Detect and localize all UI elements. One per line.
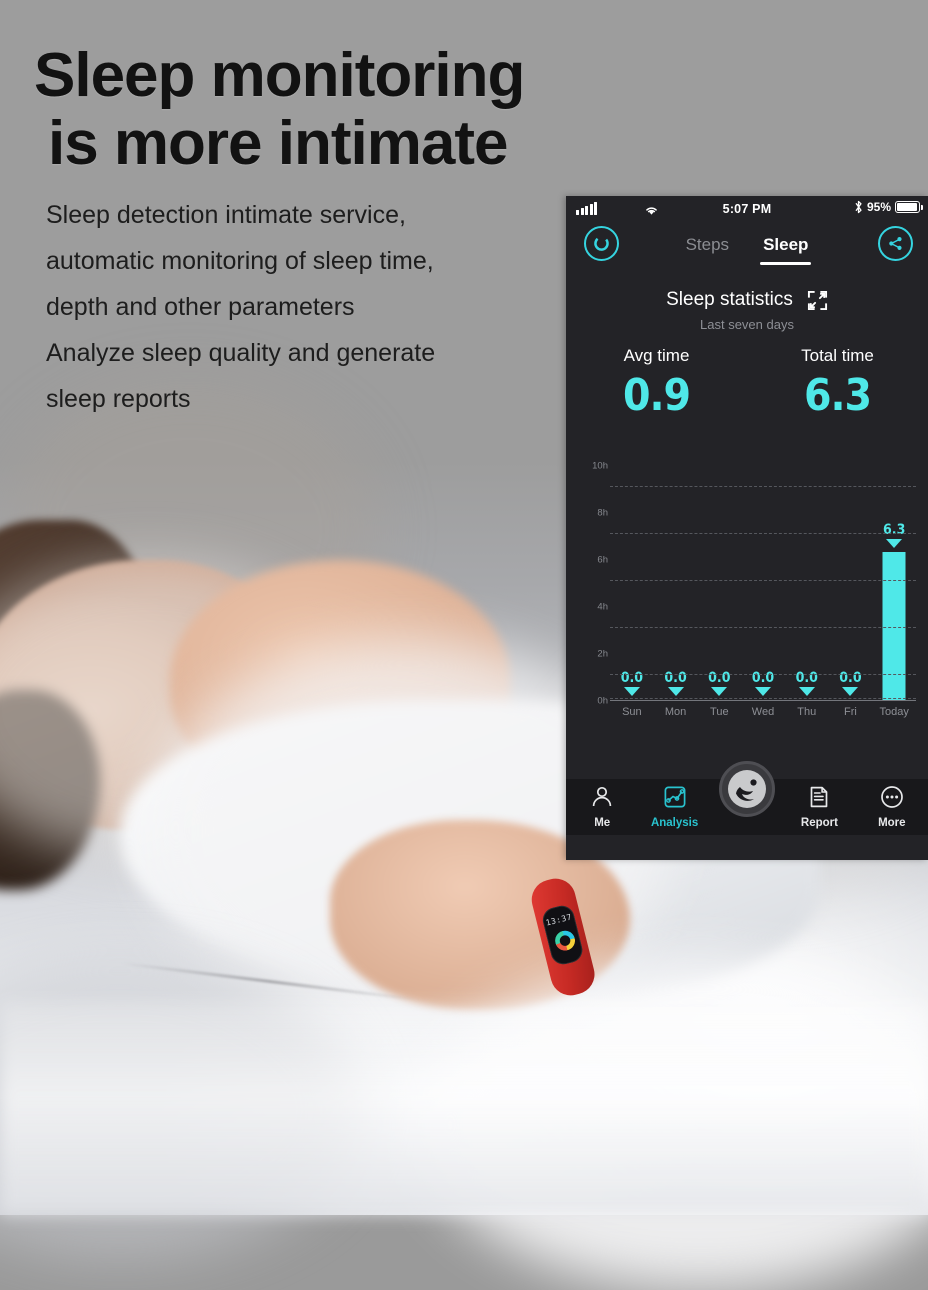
- status-bar: 5:07 PM 95%: [566, 196, 928, 222]
- metric-total-time: Total time 6.3: [747, 346, 928, 421]
- chart-x-tick: Wed: [751, 706, 775, 718]
- battery-percent-label: 95%: [866, 200, 891, 214]
- chart-y-tick: 8h: [597, 507, 608, 519]
- promo-body-text: Sleep detection intimate service, automa…: [46, 201, 436, 413]
- status-bar-right-group: 95%: [854, 200, 923, 214]
- chart-gridline: [610, 486, 916, 488]
- metric-total-time-label: Total time: [801, 346, 874, 365]
- phone-screenshot: 5:07 PM 95% Steps Sleep Sleep statistics…: [566, 196, 928, 860]
- document-report-icon: [807, 785, 831, 814]
- chart-y-tick: 4h: [597, 601, 608, 613]
- chart-marker-triangle-icon: [886, 539, 903, 549]
- promo-headline-line1: Sleep monitoring: [34, 41, 525, 110]
- chart-bar-cell[interactable]: 0.0: [829, 443, 873, 700]
- tab-analysis-label: Analysis: [650, 817, 699, 829]
- chart-bar-cell[interactable]: 6.3: [872, 443, 916, 700]
- metric-total-time-value: 6.3: [803, 370, 872, 421]
- chart-x-tick: Tue: [710, 706, 729, 718]
- chart-x-tick: Sun: [622, 706, 642, 718]
- chart-plot-area: 0.0 0.0 0.0 0.0 0.0 0.0 6.3: [610, 443, 916, 701]
- chart-x-tick: Today: [879, 706, 909, 718]
- sleep-statistics-panel: Sleep statistics Last seven days Avg tim…: [566, 271, 928, 835]
- chart-gridline: [610, 627, 916, 629]
- tab-report-label: Report: [800, 817, 838, 829]
- chart-gridline: [610, 533, 916, 535]
- chart-marker-triangle-icon: [755, 687, 772, 696]
- running-person-logo-icon[interactable]: [719, 761, 775, 817]
- chart-gridline: [610, 697, 916, 699]
- chart-bar: [882, 552, 906, 700]
- sleep-bar-chart: 0h 2h 4h 6h 8h 10h 0.0 0.0 0.0 0.0 0.0 0.0 6.3 Sun M…: [574, 443, 916, 733]
- band-time-display: 13:37: [544, 912, 573, 928]
- bluetooth-icon: [855, 200, 862, 214]
- tab-report[interactable]: Report: [783, 785, 855, 829]
- chart-marker-triangle-icon: [667, 687, 684, 696]
- chart-x-tick: Thu: [797, 706, 817, 718]
- tab-steps[interactable]: Steps: [686, 235, 729, 259]
- ellipsis-more-icon: [880, 785, 904, 814]
- metrics-row: Avg time 0.9 Total time 6.3: [566, 346, 928, 421]
- app-header-bar: Steps Sleep: [566, 222, 928, 271]
- statistics-title-row: Sleep statistics: [566, 271, 928, 311]
- promo-copy: Sleep monitoring is more intimate Sleep …: [0, 0, 600, 422]
- tab-sleep[interactable]: Sleep: [760, 235, 812, 265]
- chart-x-tick: Mon: [664, 706, 687, 718]
- chart-marker-triangle-icon: [798, 687, 815, 696]
- promo-headline: Sleep monitoring is more intimate: [0, 0, 600, 178]
- chart-marker-triangle-icon: [623, 687, 640, 696]
- share-icon[interactable]: [878, 226, 913, 261]
- photo-bedsheet: [0, 1000, 928, 1215]
- band-activity-ring-icon: [552, 928, 578, 953]
- tab-me[interactable]: Me: [566, 785, 638, 829]
- bottom-tab-bar: Me Analysis Report More: [566, 761, 928, 835]
- chart-bar-cell[interactable]: 0.0: [697, 443, 741, 700]
- chart-y-tick: 2h: [597, 648, 608, 660]
- battery-icon: [895, 201, 923, 213]
- tab-analysis[interactable]: Analysis: [638, 785, 710, 829]
- chart-bars: 0.0 0.0 0.0 0.0 0.0 0.0 6.3: [610, 443, 916, 700]
- metric-avg-time-value: 0.9: [622, 370, 691, 421]
- chart-marker-triangle-icon: [842, 687, 859, 696]
- page-title: Sleep statistics: [666, 289, 793, 310]
- chart-x-tick: Fri: [844, 706, 857, 718]
- metric-avg-time-label: Avg time: [623, 346, 690, 365]
- chart-gridline: [610, 674, 916, 676]
- refresh-ring-icon[interactable]: [584, 226, 619, 261]
- chart-y-tick: 10h: [592, 460, 608, 472]
- tab-more[interactable]: More: [856, 785, 928, 829]
- chart-x-axis-line: [610, 700, 916, 701]
- chart-value-label: 6.3: [883, 522, 906, 539]
- chart-gridline: [610, 580, 916, 582]
- chart-bar-cell[interactable]: 0.0: [741, 443, 785, 700]
- chart-y-axis-labels: 0h 2h 4h 6h 8h 10h: [578, 443, 608, 707]
- chart-y-tick: 6h: [597, 554, 608, 566]
- metric-avg-time: Avg time 0.9: [566, 346, 747, 421]
- statistics-subtitle: Last seven days: [700, 317, 794, 332]
- chart-x-axis-labels: Sun Mon Tue Wed Thu Fri Today: [610, 706, 916, 718]
- chart-bar-cell[interactable]: 0.0: [610, 443, 654, 700]
- chart-y-tick: 0h: [597, 695, 608, 707]
- promo-headline-line2: is more intimate: [48, 109, 508, 178]
- tab-me-label: Me: [594, 817, 611, 829]
- chart-marker-triangle-icon: [711, 687, 728, 696]
- chart-bar-cell[interactable]: 0.0: [785, 443, 829, 700]
- person-icon: [590, 785, 614, 814]
- tab-more-label: More: [878, 817, 906, 829]
- chart-analysis-icon: [663, 785, 687, 814]
- chart-bar-cell[interactable]: 0.0: [654, 443, 698, 700]
- chart-value-marker: 6.3: [872, 522, 916, 549]
- expand-fullscreen-icon[interactable]: [807, 290, 828, 311]
